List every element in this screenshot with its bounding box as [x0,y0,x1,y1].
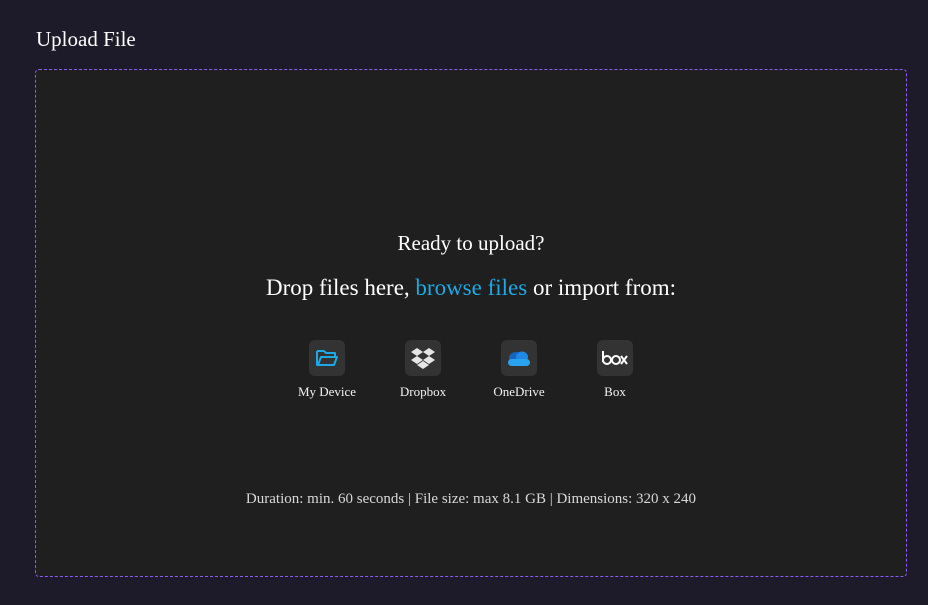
drop-suffix: or import from: [527,275,677,300]
ready-heading: Ready to upload? [397,231,545,255]
import-sources: My Device Dropbox OneDrive Box [36,340,906,400]
upload-panel: Upload File Ready to upload? Drop files … [4,0,928,600]
folder-open-icon [309,340,345,376]
source-label: OneDrive [493,384,545,399]
file-dropzone[interactable]: Ready to upload? Drop files here, browse… [35,69,907,577]
source-onedrive-button[interactable]: OneDrive [471,340,567,400]
source-label: Dropbox [399,384,447,399]
browse-files-link[interactable]: browse files [415,275,527,300]
drop-prefix: Drop files here, [265,275,416,300]
box-icon [597,340,633,376]
source-box-button[interactable]: Box [567,340,663,400]
upload-requirements: Duration: min. 60 seconds | File size: m… [245,491,697,507]
onedrive-icon [501,340,537,376]
panel-title: Upload File [36,27,136,51]
dropbox-icon [405,340,441,376]
source-my-device-button[interactable]: My Device [279,340,375,400]
drop-instructions: Drop files here, browse files or import … [36,274,906,302]
source-label: My Device [297,384,357,399]
source-dropbox-button[interactable]: Dropbox [375,340,471,400]
source-label: Box [604,384,626,399]
